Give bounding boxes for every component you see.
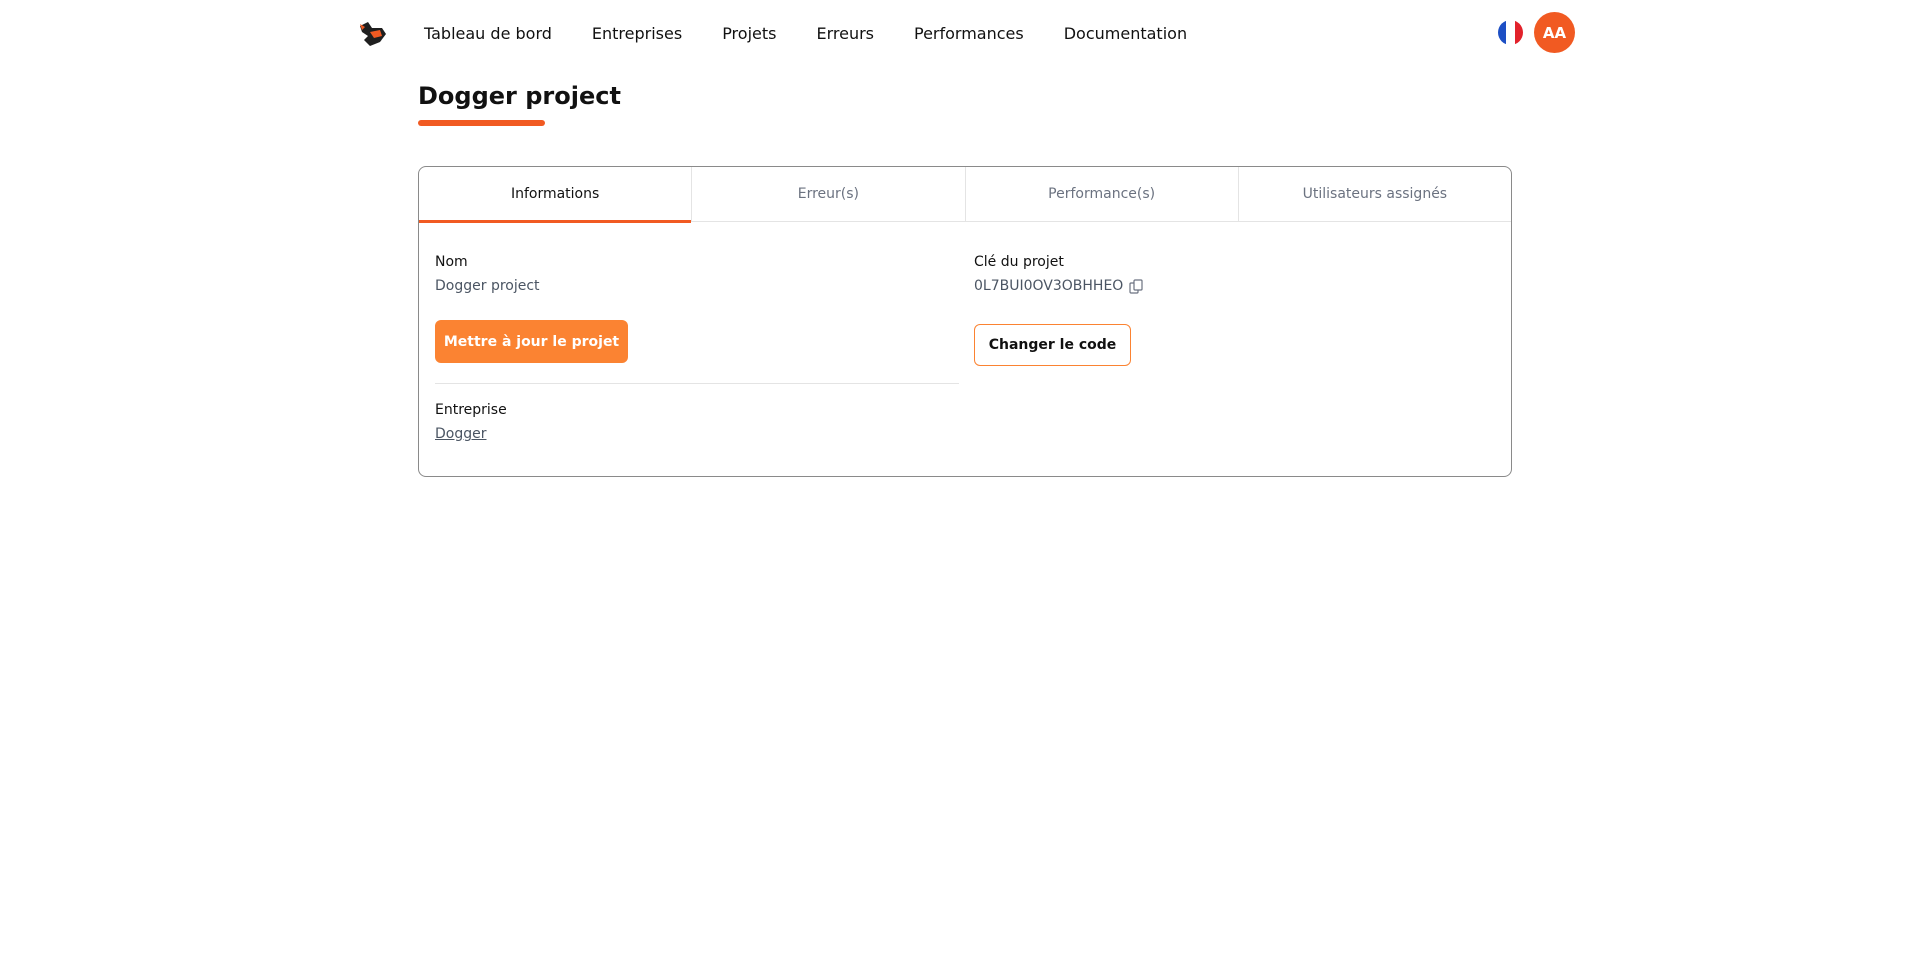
project-key-value: 0L7BUI0OV3OBHHEO: [974, 278, 1124, 294]
nav-link-dashboard[interactable]: Tableau de bord: [424, 24, 552, 43]
section-divider: [435, 383, 959, 384]
title-underline: [418, 120, 545, 126]
project-tabs: Informations Erreur(s) Performance(s) Ut…: [419, 167, 1511, 223]
tab-performances[interactable]: Performance(s): [966, 167, 1239, 221]
name-value: Dogger project: [435, 278, 540, 294]
nav-link-performances[interactable]: Performances: [914, 24, 1024, 43]
company-link[interactable]: Dogger: [435, 426, 487, 442]
nav-link-documentation[interactable]: Documentation: [1064, 24, 1187, 43]
name-label: Nom: [435, 254, 468, 270]
nav-link-projects[interactable]: Projets: [722, 24, 776, 43]
user-avatar[interactable]: AA: [1534, 12, 1575, 53]
project-key-label: Clé du projet: [974, 254, 1064, 270]
page-title: Dogger project: [418, 82, 621, 110]
change-code-button[interactable]: Changer le code: [974, 324, 1131, 366]
top-navbar: Tableau de bord Entreprises Projets Erre…: [0, 0, 1920, 66]
project-card: Informations Erreur(s) Performance(s) Ut…: [418, 166, 1512, 477]
tab-informations[interactable]: Informations: [419, 167, 693, 223]
tab-assigned-users[interactable]: Utilisateurs assignés: [1239, 167, 1511, 221]
copy-icon[interactable]: [1129, 279, 1143, 294]
tab-errors[interactable]: Erreur(s): [692, 167, 966, 221]
company-label: Entreprise: [435, 402, 507, 418]
nav-link-errors[interactable]: Erreurs: [816, 24, 874, 43]
main-nav: Tableau de bord Entreprises Projets Erre…: [424, 0, 1187, 66]
nav-link-companies[interactable]: Entreprises: [592, 24, 682, 43]
french-flag-icon[interactable]: [1498, 20, 1523, 45]
update-project-button[interactable]: Mettre à jour le projet: [435, 320, 628, 363]
dogger-logo-icon[interactable]: [356, 18, 388, 50]
